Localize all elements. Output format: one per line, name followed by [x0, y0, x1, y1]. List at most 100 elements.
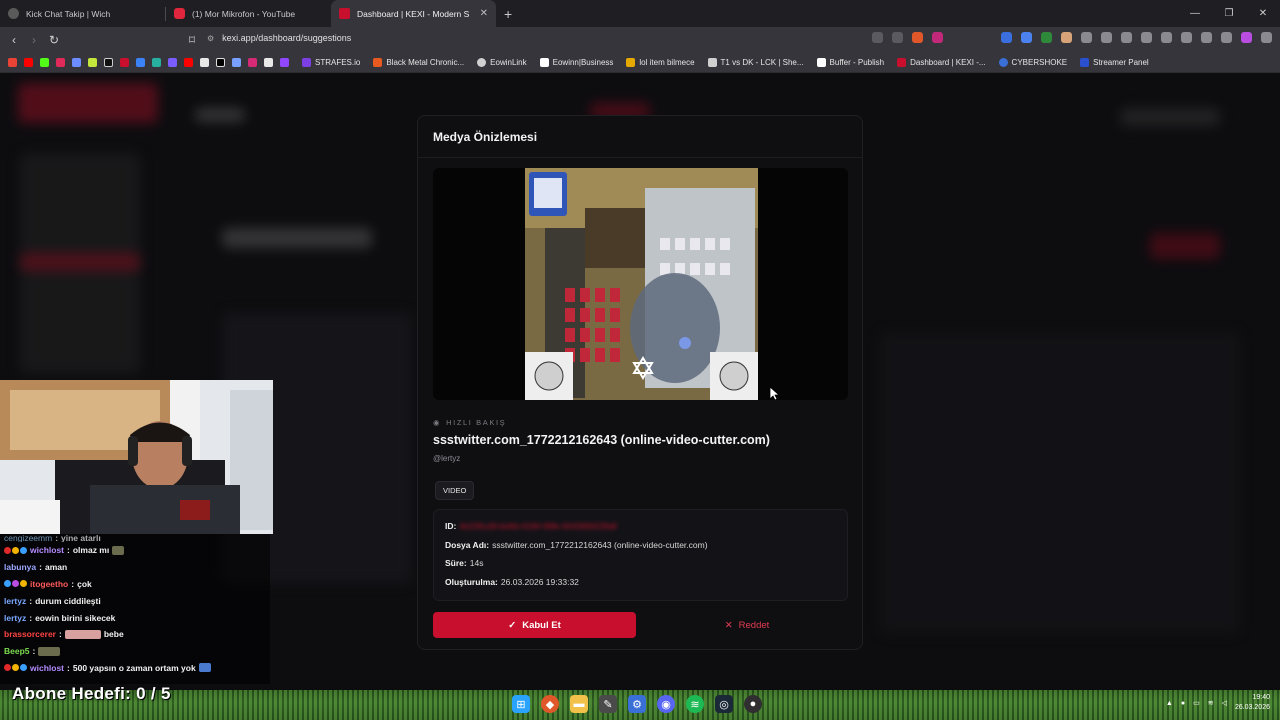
webcam-overlay: [0, 380, 273, 534]
bookmark-icon[interactable]: [264, 58, 273, 67]
discord-icon[interactable]: ◉: [657, 695, 675, 713]
bookmark-icon[interactable]: [120, 58, 129, 67]
bookmark-cybershoke[interactable]: CYBERSHOKE: [998, 58, 1067, 67]
x-icon[interactable]: [216, 58, 225, 67]
youtube-icon[interactable]: [184, 58, 193, 67]
chat-message: labunya: aman: [4, 562, 68, 573]
minimize-icon[interactable]: —: [1178, 0, 1212, 27]
extension-icon[interactable]: [1101, 32, 1112, 43]
blurred-nav: [195, 108, 245, 122]
kick-icon[interactable]: [40, 58, 49, 67]
profile-icon[interactable]: [1241, 32, 1252, 43]
system-tray: ▲ ● ▭ ≋ ◁ 19:40 26.03.2026: [1166, 693, 1270, 713]
bookmark-icon[interactable]: ⌑: [182, 33, 202, 47]
leo-icon[interactable]: [1201, 32, 1212, 43]
emote-icon: [38, 646, 61, 656]
bookmark-icon[interactable]: [72, 58, 81, 67]
steam-icon[interactable]: ◎: [715, 695, 733, 713]
windows-start-icon[interactable]: ⊞: [512, 695, 530, 713]
blurred-heading: [222, 228, 372, 248]
puzzle-icon[interactable]: [1081, 32, 1092, 43]
bookmark-icon[interactable]: [152, 58, 161, 67]
extension-icon[interactable]: [1001, 32, 1012, 43]
bookmark-streamer-panel[interactable]: Streamer Panel: [1080, 58, 1149, 67]
menu-icon[interactable]: [1261, 32, 1272, 43]
video-preview[interactable]: [433, 168, 848, 400]
tab-youtube[interactable]: (1) Mor Mikrofon - YouTube: [166, 0, 331, 27]
media-icon[interactable]: [1141, 32, 1152, 43]
reject-button[interactable]: ✕ Reddet: [646, 612, 848, 638]
twitch-icon[interactable]: [280, 58, 289, 67]
kick-favicon-icon: [8, 8, 19, 19]
bookmark-lol-item[interactable]: lol item bilmece: [626, 58, 695, 67]
spotify-icon[interactable]: ≋: [686, 695, 704, 713]
gmail-icon[interactable]: [8, 58, 17, 67]
settings-icon[interactable]: ⚙: [628, 695, 646, 713]
bookmark-icon[interactable]: [56, 58, 65, 67]
meta-id-row: ID: 4e236cd9-be8d-4184-99fe-604368423fa8: [445, 521, 617, 531]
volume-icon[interactable]: ◁: [1222, 699, 1227, 707]
bookmark-eowinn-business[interactable]: Eowinn|Business: [539, 58, 613, 67]
extension-icon[interactable]: [1061, 32, 1072, 43]
close-window-icon[interactable]: ✕: [1246, 0, 1280, 27]
wallet-icon[interactable]: [1181, 32, 1192, 43]
meta-file-row: Dosya Adı: ssstwitter.com_1772212162643 (…: [445, 539, 708, 550]
media-preview-modal: Medya Önizlemesi ◉ HIZLI BAKIŞ ssstwitte…: [417, 115, 863, 650]
bookmark-buffer[interactable]: Buffer - Publish: [816, 58, 884, 67]
bookmark-black-metal[interactable]: Black Metal Chronic...: [373, 58, 464, 67]
clock-time: 19:40: [1252, 694, 1270, 701]
extension-icon[interactable]: [1041, 32, 1052, 43]
network-icon[interactable]: ▭: [1193, 699, 1200, 707]
type-badge: VIDEO: [435, 481, 475, 500]
webcam-image: [0, 380, 273, 534]
bookmark-icon[interactable]: [200, 58, 209, 67]
brave-icon[interactable]: ◆: [541, 695, 559, 713]
chat-message: lertyz: durum ciddileşti: [4, 595, 101, 606]
share-icon[interactable]: [892, 32, 903, 43]
pin-tool-icon[interactable]: ✎: [599, 695, 617, 713]
video-frame[interactable]: [525, 168, 758, 400]
restore-icon[interactable]: ❐: [1212, 0, 1246, 27]
translate-icon[interactable]: [872, 32, 883, 43]
url-field[interactable]: ⚙ kexi.app/dashboard/suggestions: [207, 33, 351, 43]
tab-dashboard[interactable]: Dashboard | KEXI - Modern S ✕: [331, 0, 496, 27]
blurred-logo: [18, 83, 158, 123]
bookmark-kexi-dashboard[interactable]: Dashboard | KEXI -...: [897, 58, 986, 67]
emote-icon: [64, 629, 101, 639]
extension-icon[interactable]: [1121, 32, 1132, 43]
bookmark-eowinlink[interactable]: EowinLink: [477, 58, 527, 67]
clock[interactable]: 19:40 26.03.2026: [1235, 693, 1270, 713]
chevron-up-icon[interactable]: ▲: [1166, 700, 1173, 707]
bookmark-t1-vs-dk[interactable]: T1 vs DK - LCK | She...: [707, 58, 804, 67]
bookmark-icon[interactable]: [136, 58, 145, 67]
forward-icon[interactable]: ›: [24, 33, 44, 47]
vpn-icon[interactable]: [1221, 32, 1232, 43]
microphone-icon[interactable]: ●: [1181, 700, 1185, 707]
rewards-icon[interactable]: [932, 32, 943, 43]
youtube-icon[interactable]: [24, 58, 33, 67]
wifi-icon[interactable]: ≋: [1208, 699, 1214, 707]
extension-icon[interactable]: [1021, 32, 1032, 43]
brave-shield-icon[interactable]: [912, 32, 923, 43]
cybershoke-icon: [998, 58, 1008, 67]
instagram-icon[interactable]: [248, 58, 257, 67]
tab-kick-chat[interactable]: Kick Chat Takip | Wich: [0, 0, 165, 27]
tiktok-icon[interactable]: [104, 58, 113, 67]
obs-icon[interactable]: ●: [744, 695, 762, 713]
bookmark-icon[interactable]: [232, 58, 241, 67]
bookmark-icon[interactable]: [168, 58, 177, 67]
accept-button[interactable]: ✓ Kabul Et: [433, 612, 636, 638]
reload-icon[interactable]: ↻: [44, 33, 64, 47]
tab-close-icon[interactable]: ✕: [480, 8, 488, 19]
sidebar-icon[interactable]: [1161, 32, 1172, 43]
close-icon: ✕: [724, 619, 733, 631]
file-explorer-icon[interactable]: ▬: [570, 695, 588, 713]
stream-chat: cengizeemm: yine atarlı wichlost: olmaz mı…: [0, 534, 270, 684]
bookmark-icon[interactable]: [88, 58, 97, 67]
bookmark-strafes[interactable]: STRAFES.io: [302, 58, 360, 67]
back-icon[interactable]: ‹: [4, 33, 24, 47]
modal-title: Medya Önizlemesi: [433, 130, 538, 144]
emote-icon: [198, 663, 211, 673]
site-info-icon[interactable]: ⚙: [207, 34, 214, 43]
new-tab-button[interactable]: +: [504, 6, 512, 22]
